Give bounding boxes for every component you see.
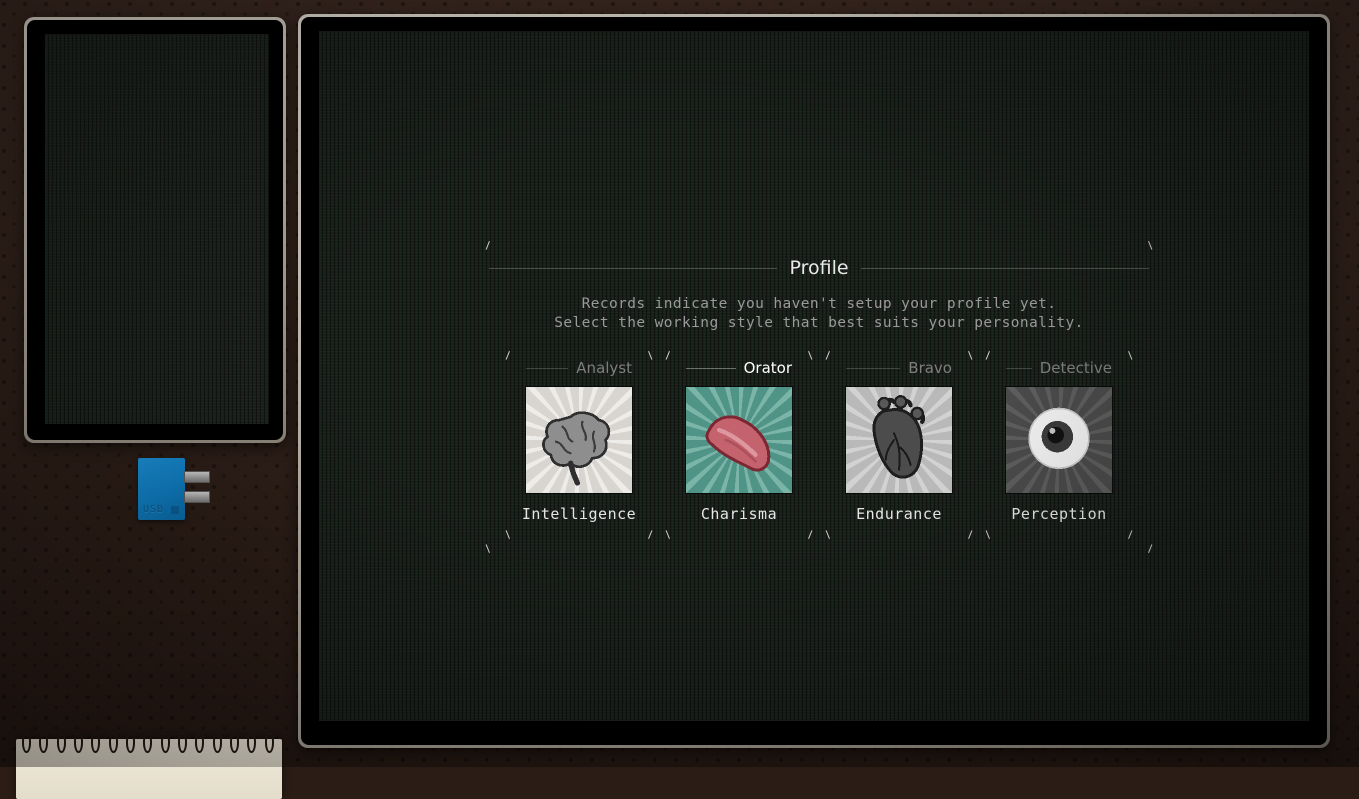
dialog-corner-tl-icon bbox=[489, 241, 500, 252]
card-corner-bl-icon bbox=[669, 528, 680, 539]
notepad-ring-icon bbox=[22, 733, 31, 753]
notepad-ring-icon bbox=[195, 733, 204, 753]
card-corner-br-icon bbox=[958, 528, 969, 539]
usb-connector-bottom-icon bbox=[184, 491, 210, 503]
profile-card-orator[interactable]: Orator Charisma bbox=[669, 351, 809, 539]
tongue-icon bbox=[686, 387, 792, 493]
profile-dialog: Profile Records indicate you haven't set… bbox=[489, 241, 1149, 553]
card-corner-bl-icon bbox=[829, 528, 840, 539]
card-role-label: Bravo bbox=[900, 359, 952, 377]
dialog-header-rule-left bbox=[489, 268, 777, 269]
dialog-header: Profile bbox=[489, 257, 1149, 279]
usb-drive-label: USB bbox=[143, 504, 164, 515]
card-stat-label: Charisma bbox=[677, 505, 801, 523]
card-role-label: Analyst bbox=[568, 359, 632, 377]
notepad-ring-icon bbox=[74, 733, 83, 753]
notepad-ring-icon bbox=[161, 733, 170, 753]
monitor-bezel: Profile Records indicate you haven't set… bbox=[301, 17, 1327, 745]
page-title: Profile bbox=[777, 257, 860, 279]
dialog-description: Records indicate you haven't setup your … bbox=[489, 295, 1149, 333]
card-stat-label: Perception bbox=[997, 505, 1121, 523]
monitor-device: Profile Records indicate you haven't set… bbox=[298, 14, 1330, 748]
card-header-rule bbox=[1006, 368, 1032, 369]
heart-icon bbox=[846, 387, 952, 493]
notepad-ring-icon bbox=[265, 733, 274, 753]
usb-symbol-icon bbox=[171, 506, 179, 514]
notepad-ring-icon bbox=[213, 733, 222, 753]
usb-drive[interactable]: USB bbox=[138, 458, 208, 520]
profile-card-detective[interactable]: Detective Perception bbox=[989, 351, 1129, 539]
card-corner-br-icon bbox=[638, 528, 649, 539]
card-corner-br-icon bbox=[1118, 528, 1129, 539]
card-corner-bl-icon bbox=[509, 528, 520, 539]
notepad-ring-icon bbox=[178, 733, 187, 753]
notepad-ring-icon bbox=[230, 733, 239, 753]
dialog-corner-bl-icon bbox=[489, 542, 500, 553]
card-header-rule bbox=[686, 368, 736, 369]
card-role-label: Detective bbox=[1032, 359, 1112, 377]
card-header: Detective bbox=[997, 357, 1121, 379]
card-stat-label: Intelligence bbox=[517, 505, 641, 523]
card-header-rule bbox=[526, 368, 568, 369]
card-corner-bl-icon bbox=[989, 528, 1000, 539]
notepad-ring-icon bbox=[91, 733, 100, 753]
notepad-ring-icon bbox=[247, 733, 256, 753]
profile-card-bravo[interactable]: Bravo Endurance bbox=[829, 351, 969, 539]
card-header: Orator bbox=[677, 357, 801, 379]
tablet-bezel bbox=[27, 20, 283, 440]
notepad[interactable] bbox=[16, 739, 282, 799]
monitor-screen[interactable]: Profile Records indicate you haven't set… bbox=[319, 31, 1309, 721]
usb-connector-top-icon bbox=[184, 471, 210, 483]
dialog-corner-tr-icon bbox=[1138, 241, 1149, 252]
brain-icon bbox=[526, 387, 632, 493]
tablet-device[interactable] bbox=[24, 17, 286, 443]
notepad-ring-icon bbox=[126, 733, 135, 753]
notepad-ring-icon bbox=[143, 733, 152, 753]
dialog-header-rule-right bbox=[861, 268, 1149, 269]
tablet-screen[interactable] bbox=[45, 34, 269, 424]
dialog-corner-br-icon bbox=[1138, 542, 1149, 553]
notepad-ring-icon bbox=[39, 733, 48, 753]
eye-icon bbox=[1006, 387, 1112, 493]
profile-card-list: Analyst Intelligence Orator Charisma Bravo En… bbox=[489, 351, 1149, 539]
card-role-label: Orator bbox=[736, 359, 792, 377]
card-stat-label: Endurance bbox=[837, 505, 961, 523]
card-header: Analyst bbox=[517, 357, 641, 379]
notepad-ring-icon bbox=[57, 733, 66, 753]
profile-card-analyst[interactable]: Analyst Intelligence bbox=[509, 351, 649, 539]
card-header-rule bbox=[846, 368, 900, 369]
usb-drive-body: USB bbox=[138, 458, 185, 520]
notepad-ring-icon bbox=[109, 733, 118, 753]
notepad-spiral-binding bbox=[22, 733, 274, 755]
card-corner-br-icon bbox=[798, 528, 809, 539]
card-header: Bravo bbox=[837, 357, 961, 379]
